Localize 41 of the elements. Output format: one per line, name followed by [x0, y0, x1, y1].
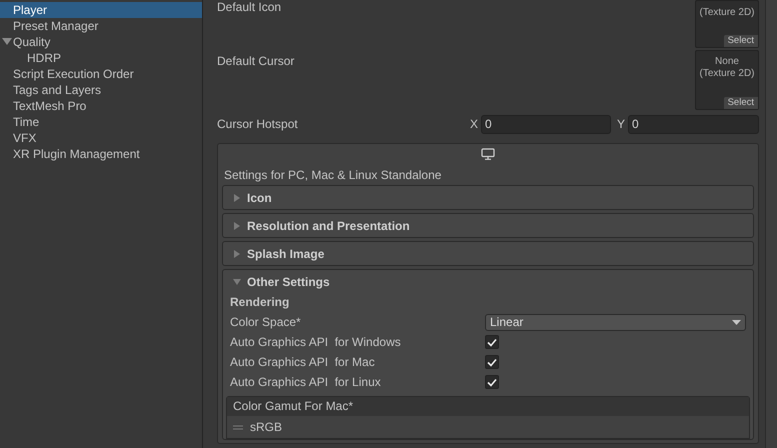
field-label: Cursor Hotspot [217, 117, 298, 131]
expand-triangle-icon[interactable] [2, 38, 12, 45]
dropdown-caret-icon [732, 320, 741, 324]
texture-slot[interactable]: None (Texture 2D) Select [695, 50, 759, 110]
select-button[interactable]: Select [724, 35, 758, 47]
sidebar-item[interactable]: VFX [0, 130, 202, 146]
setting-label: Color Space* [230, 315, 302, 329]
drag-handle-icon[interactable] [233, 424, 243, 430]
field-label: Default Cursor [217, 53, 294, 70]
axis-label: Y [616, 117, 625, 131]
foldout-header[interactable]: Splash Image [223, 242, 753, 265]
sidebar-item[interactable]: HDRP [0, 50, 202, 66]
monitor-icon[interactable] [481, 148, 495, 160]
foldout-header[interactable]: Icon [223, 186, 753, 209]
sidebar-item[interactable]: TextMesh Pro [0, 98, 202, 114]
sidebar-item[interactable]: Tags and Layers [0, 82, 202, 98]
list-header: Color Gamut For Mac* [227, 397, 749, 416]
texture-slot[interactable]: (Texture 2D) Select [695, 0, 759, 48]
foldout-header[interactable]: Resolution and Presentation [223, 214, 753, 237]
sidebar-item[interactable]: Time [0, 114, 202, 130]
setting-label: Auto Graphics API for Windows [230, 335, 402, 349]
section-heading: Rendering [229, 294, 290, 311]
platform-title: Settings for PC, Mac & Linux Standalone [223, 167, 442, 184]
sidebar-item[interactable]: Preset Manager [0, 18, 202, 34]
x-input-field[interactable]: 0 [480, 114, 611, 134]
foldout-header[interactable]: Other Settings [223, 270, 753, 293]
axis-label: X [470, 117, 478, 131]
dropdown[interactable]: Linear [485, 314, 746, 330]
sidebar-item[interactable]: Script Execution Order [0, 66, 202, 82]
y-input-field[interactable]: 0 [628, 114, 759, 134]
setting-label: Auto Graphics API for Mac [230, 355, 376, 369]
select-button[interactable]: Select [724, 97, 758, 109]
sidebar-item[interactable]: XR Plugin Management [0, 146, 202, 162]
checkbox[interactable] [485, 335, 499, 349]
list-item[interactable]: sRGB [250, 420, 282, 434]
sidebar-item[interactable]: Player [0, 2, 202, 18]
field-label: Default Icon [217, 0, 282, 16]
setting-label: Auto Graphics API for Linux [230, 375, 382, 389]
sidebar-item[interactable]: Quality [0, 34, 202, 50]
checkbox[interactable] [485, 355, 499, 369]
checkbox[interactable] [485, 375, 499, 389]
